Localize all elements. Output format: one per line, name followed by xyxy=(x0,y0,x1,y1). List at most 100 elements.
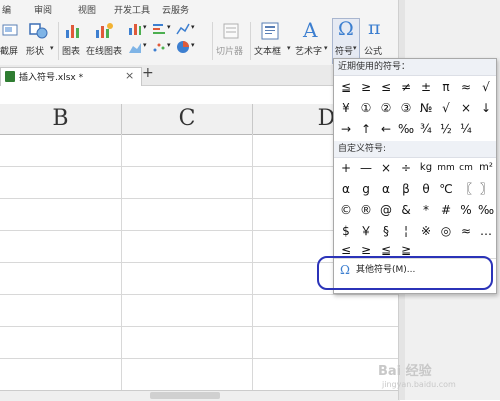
wordart-button[interactable]: A 艺术字 ▾ xyxy=(295,18,329,64)
slicer-button[interactable]: 切片器 xyxy=(216,18,246,64)
watermark-url: jingyan.baidu.com xyxy=(382,380,456,389)
symbol-item[interactable]: ½ xyxy=(436,119,456,139)
symbol-label: 符号 xyxy=(335,47,354,57)
column-header-c[interactable]: C xyxy=(122,104,253,135)
symbol-item[interactable]: α xyxy=(336,179,356,199)
symbol-item[interactable]: β xyxy=(396,179,416,199)
symbol-item[interactable]: $ xyxy=(336,221,356,241)
symbol-item[interactable]: ± xyxy=(416,77,436,97)
symbol-item[interactable]: % xyxy=(456,200,476,220)
symbol-item[interactable]: # xyxy=(436,200,456,220)
symbol-item[interactable]: … xyxy=(476,221,496,241)
column-chart-icon[interactable] xyxy=(128,22,142,36)
symbol-item[interactable]: kg xyxy=(416,158,436,178)
horizontal-scrollbar[interactable] xyxy=(0,390,400,401)
tab-developer[interactable]: 开发工具 xyxy=(114,3,150,16)
symbol-item[interactable]: ≤ xyxy=(376,77,396,97)
symbol-item[interactable]: ③ xyxy=(396,98,416,118)
symbol-item[interactable]: ‰ xyxy=(396,119,416,139)
symbol-item[interactable]: ≈ xyxy=(456,221,476,241)
chart-button[interactable]: 图表 xyxy=(62,18,82,64)
symbol-item[interactable]: ※ xyxy=(416,221,436,241)
symbol-item[interactable]: 〖 xyxy=(456,179,476,199)
symbol-item[interactable]: ￥ xyxy=(356,221,376,241)
new-tab-button[interactable]: + xyxy=(142,65,154,81)
symbol-item[interactable]: ↑ xyxy=(356,119,376,139)
symbol-item[interactable]: θ xyxy=(416,179,436,199)
symbol-item[interactable]: g xyxy=(356,179,376,199)
symbol-item[interactable]: ≦ xyxy=(336,77,356,97)
ribbon-separator xyxy=(212,22,213,60)
area-chart-icon[interactable] xyxy=(128,40,142,54)
symbol-item[interactable]: ¼ xyxy=(456,119,476,139)
omega-icon: Ω xyxy=(338,18,354,40)
symbol-item[interactable]: ¾ xyxy=(416,119,436,139)
chevron-down-icon: ▾ xyxy=(353,44,357,52)
symbol-item[interactable]: ¥ xyxy=(336,98,356,118)
textbox-button[interactable]: 文本框 ▾ xyxy=(254,18,294,64)
symbol-item[interactable]: ≈ xyxy=(456,77,476,97)
symbol-item[interactable]: ① xyxy=(356,98,376,118)
symbol-item[interactable]: √ xyxy=(476,77,496,97)
chevron-down-icon: ▾ xyxy=(191,41,195,49)
wordart-icon: A xyxy=(303,18,318,42)
tab-review[interactable]: 审阅 xyxy=(34,3,52,16)
symbol-item[interactable]: * xyxy=(416,200,436,220)
grid-line xyxy=(0,358,400,359)
tab-cloud[interactable]: 云服务 xyxy=(162,3,189,16)
symbol-item[interactable]: cm xyxy=(456,158,476,178)
grid-line xyxy=(0,294,400,295)
scrollbar-thumb[interactable] xyxy=(150,392,220,399)
spreadsheet-icon xyxy=(5,71,15,82)
symbol-item[interactable]: × xyxy=(376,158,396,178)
symbol-item[interactable]: m² xyxy=(476,158,496,178)
column-header-b[interactable]: B xyxy=(0,104,122,135)
symbol-item[interactable]: π xyxy=(436,77,456,97)
symbol-item[interactable]: ÷ xyxy=(396,158,416,178)
symbol-item[interactable]: ≥ xyxy=(356,77,376,97)
symbol-item[interactable]: ‰ xyxy=(476,200,496,220)
symbol-item[interactable]: № xyxy=(416,98,436,118)
symbol-item[interactable]: ← xyxy=(376,119,396,139)
symbol-item[interactable]: mm xyxy=(436,158,456,178)
symbol-item[interactable]: α xyxy=(376,179,396,199)
scatter-chart-icon[interactable] xyxy=(152,40,166,54)
pie-chart-icon[interactable] xyxy=(176,40,190,54)
symbol-item[interactable]: ¦ xyxy=(396,221,416,241)
line-chart-icon[interactable] xyxy=(176,22,190,36)
tab-edit[interactable]: 编 xyxy=(2,3,11,16)
tab-view[interactable]: 视图 xyxy=(78,3,96,16)
screenshot-button[interactable]: 截屏 xyxy=(0,18,22,64)
symbol-item[interactable]: ◎ xyxy=(436,221,456,241)
chevron-down-icon: ▾ xyxy=(287,44,291,52)
symbol-item[interactable]: ② xyxy=(376,98,396,118)
online-chart-button[interactable]: 在线图表 xyxy=(86,18,122,64)
symbol-item[interactable]: √ xyxy=(436,98,456,118)
symbol-item[interactable]: + xyxy=(336,158,356,178)
symbol-item[interactable]: @ xyxy=(376,200,396,220)
symbol-item[interactable]: ↓ xyxy=(476,98,496,118)
symbol-item[interactable]: § xyxy=(376,221,396,241)
symbol-item[interactable]: → xyxy=(336,119,356,139)
symbol-item[interactable]: ® xyxy=(356,200,376,220)
screenshot-label: 截屏 xyxy=(0,47,19,57)
grid-line xyxy=(0,326,400,327)
symbol-item[interactable]: 〗 xyxy=(476,179,496,199)
slicer-icon xyxy=(223,23,239,39)
slicer-label: 切片器 xyxy=(216,47,244,57)
online-chart-icon xyxy=(96,23,113,38)
bar-list-icon[interactable] xyxy=(152,22,166,36)
screenshot-icon xyxy=(2,24,18,36)
shapes-button[interactable]: 形状 ▾ xyxy=(26,18,56,64)
symbol-item[interactable]: ℃ xyxy=(436,179,456,199)
symbol-item[interactable]: × xyxy=(456,98,476,118)
symbol-item[interactable]: — xyxy=(356,158,376,178)
symbol-item[interactable]: & xyxy=(396,200,416,220)
symbol-item[interactable]: ≠ xyxy=(396,77,416,97)
file-tab[interactable]: 插入符号.xlsx * × xyxy=(0,67,142,86)
chevron-down-icon: ▾ xyxy=(143,41,147,49)
close-icon[interactable]: × xyxy=(125,69,134,82)
chevron-down-icon: ▾ xyxy=(324,44,328,52)
watermark-text: Bai 经验 xyxy=(378,364,432,379)
symbol-item[interactable]: © xyxy=(336,200,356,220)
